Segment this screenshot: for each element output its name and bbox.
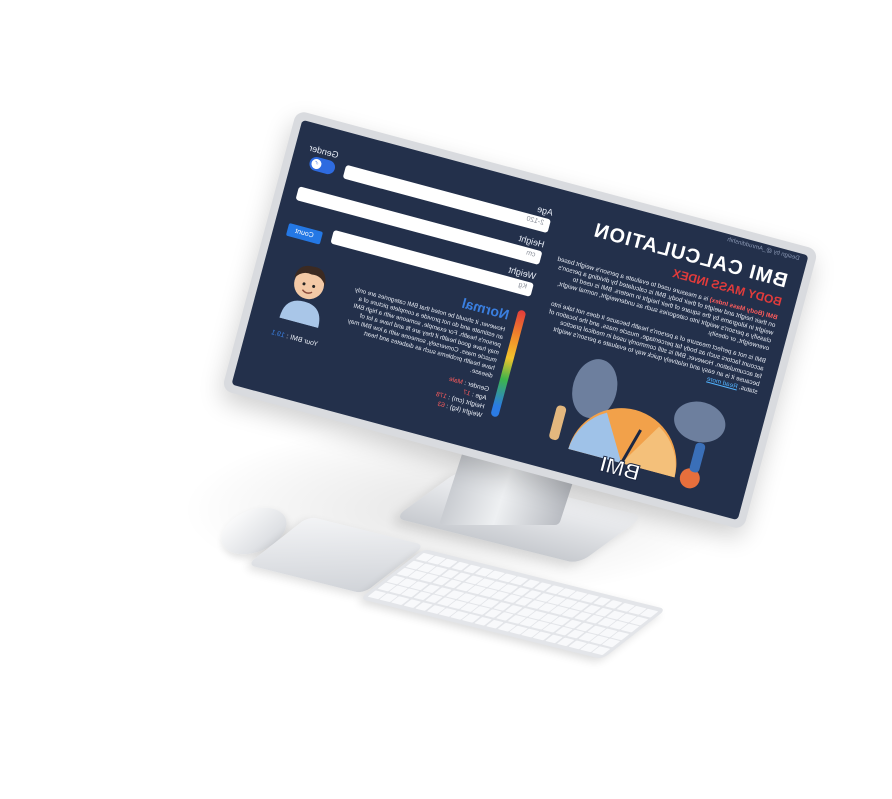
stat-height-value: 178 [435,390,448,401]
avatar-body [279,300,320,329]
stat-age-value: 17 [462,388,472,398]
leaf-shape-2 [674,401,726,443]
count-group: Count [285,207,327,245]
info-panel: BMI CALCULATION BODY MASS INDEX BMI (Bod… [505,212,790,507]
gender-group: Gender ♂ [304,143,340,176]
person-figure-right [549,405,567,441]
bmi-label: Your BMI : [285,333,319,349]
avatar [279,265,326,329]
male-symbol-icon: ♂ [310,157,323,171]
count-button[interactable]: Count [285,222,323,245]
scene: Design by @_Amruddinshih BMI CALCULATION… [0,0,892,799]
person-figure-left [689,442,706,473]
stat-weight-value: 63 [436,400,446,410]
bmi-result-line: Your BMI : 19.1 [260,326,329,351]
bmi-value: 19.1 [270,329,286,340]
